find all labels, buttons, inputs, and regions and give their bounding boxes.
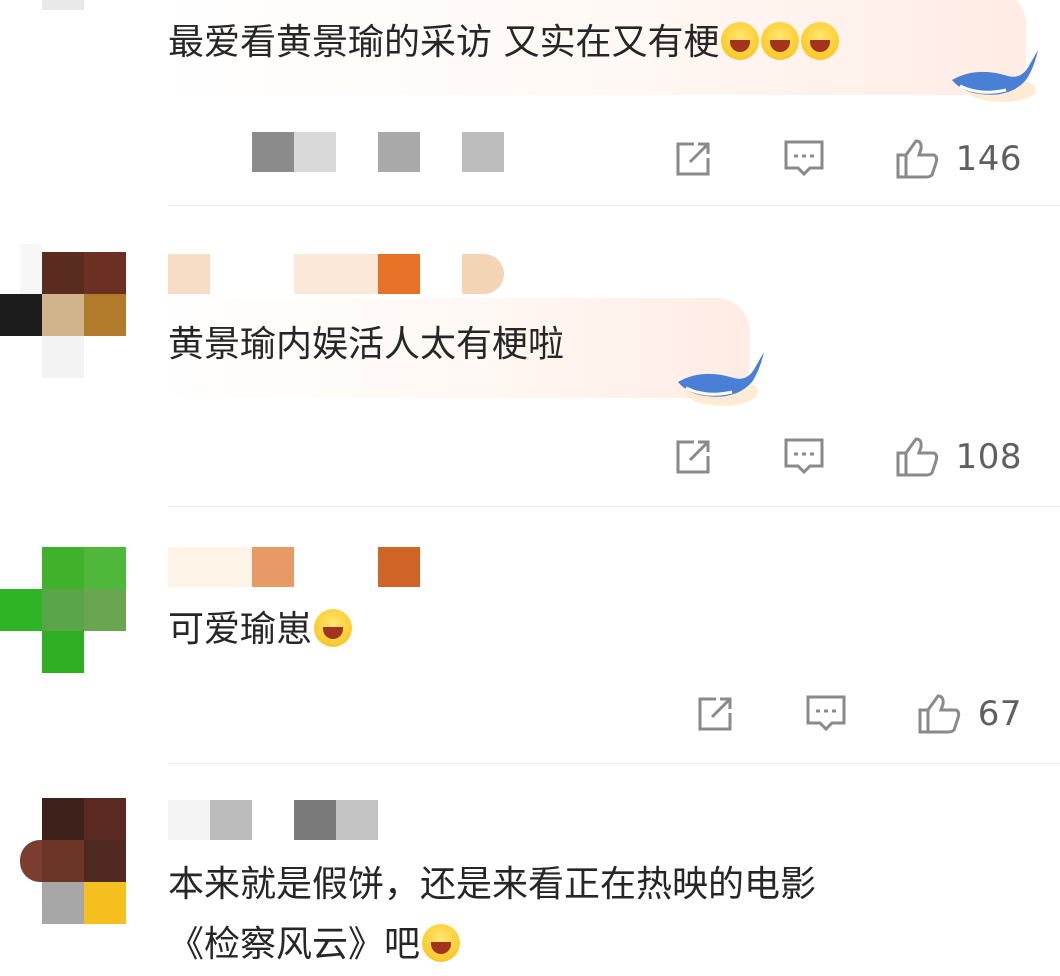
thumbs-up-icon (896, 437, 938, 477)
comment-actions: 108 (604, 432, 1022, 482)
comment-item: 最爱看黄景瑜的采访 又实在又有梗 146 (0, 0, 1060, 205)
comment-actions: 146 (604, 134, 1022, 184)
avatar[interactable] (0, 547, 126, 673)
share-button[interactable] (694, 693, 736, 735)
comment-icon (784, 438, 824, 475)
username-pixelated[interactable] (168, 800, 468, 840)
like-button[interactable]: 146 (894, 137, 1022, 181)
share-button[interactable] (672, 436, 714, 478)
comment-item: 可爱瑜崽 67 (0, 507, 1060, 763)
like-button[interactable]: 67 (916, 692, 1022, 736)
grinning-emoji-icon (314, 609, 353, 647)
like-count: 67 (977, 694, 1022, 734)
reply-button[interactable] (782, 436, 826, 478)
share-icon (676, 142, 710, 176)
like-count: 146 (955, 139, 1022, 179)
reply-button[interactable] (782, 138, 826, 180)
share-button[interactable] (672, 138, 714, 180)
reply-button[interactable] (804, 693, 848, 735)
comment-text: 本来就是假饼，还是来看正在热映的电影 (168, 864, 817, 905)
comment-text-line2: 《检察风云》吧 (168, 914, 461, 976)
thumbs-up-icon (918, 694, 960, 734)
like-button[interactable]: 108 (894, 435, 1022, 479)
share-icon (698, 697, 732, 731)
whale-decoration-icon (952, 50, 1038, 102)
username-pixelated[interactable] (168, 547, 468, 587)
comment-text: 黄景瑜内娱活人太有梗啦 (168, 324, 565, 365)
username-pixelated[interactable] (168, 254, 508, 294)
laughing-tears-emoji-icon (801, 22, 840, 60)
comment-item: 黄景瑜内娱活人太有梗啦 108 (0, 206, 1060, 506)
comment-text: 最爱看黄景瑜的采访 又实在又有梗 (168, 12, 840, 74)
like-count: 108 (955, 437, 1022, 477)
laughing-tears-emoji-icon (721, 22, 760, 60)
username-pixelated[interactable] (168, 132, 508, 172)
avatar[interactable] (0, 798, 126, 924)
comment-icon (784, 140, 824, 177)
avatar[interactable] (0, 0, 126, 42)
laughing-tears-emoji-icon (761, 22, 800, 60)
crying-face-emoji-icon (422, 924, 461, 962)
thumbs-up-icon (896, 139, 938, 179)
avatar[interactable] (0, 244, 126, 378)
comment-actions: 67 (626, 689, 1022, 739)
share-icon (676, 440, 710, 474)
whale-decoration-icon (678, 352, 764, 406)
comment-text: 可爱瑜崽 (168, 599, 353, 661)
comment-item: 本来就是假饼，还是来看正在热映的电影 《检察风云》吧 (0, 764, 1060, 970)
comment-icon (806, 695, 846, 732)
